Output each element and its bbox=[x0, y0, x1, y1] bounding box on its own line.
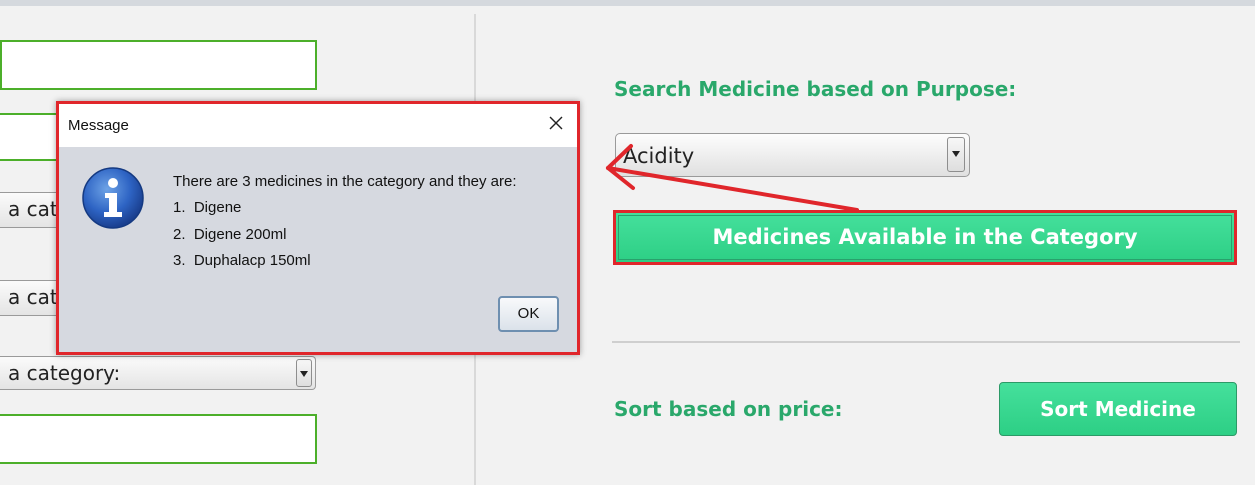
dialog-item-1: 1. Digene bbox=[173, 199, 242, 216]
dialog-message: There are 3 medicines in the category an… bbox=[173, 173, 517, 190]
close-icon[interactable] bbox=[545, 112, 567, 134]
dialog-item-3: 3. Duphalacp 150ml bbox=[173, 252, 311, 269]
info-icon bbox=[82, 167, 144, 229]
message-dialog: Message There are 3 medicines in the cat… bbox=[56, 101, 580, 355]
ok-button[interactable]: OK bbox=[498, 296, 559, 332]
dialog-item-2: 2. Digene 200ml bbox=[173, 226, 287, 243]
dialog-title-bar: Message bbox=[59, 104, 577, 147]
dialog-title: Message bbox=[68, 117, 129, 134]
